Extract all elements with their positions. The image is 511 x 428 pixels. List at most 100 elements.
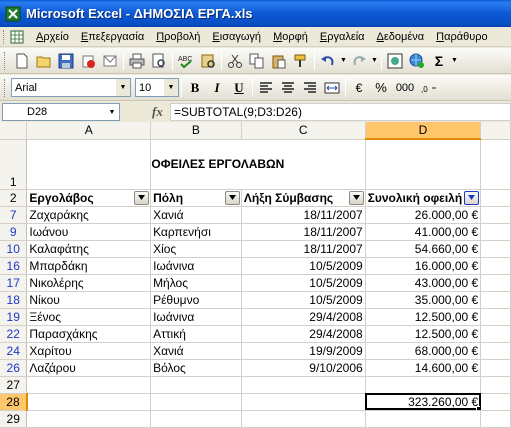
percent-button[interactable]: % [370,77,392,99]
print-icon[interactable] [126,50,148,72]
euro-currency-button[interactable]: € [348,77,370,99]
total-debt-cell[interactable]: 41.000,00 € [365,223,482,241]
contractor-cell[interactable]: Ιωάνου [26,223,152,241]
city-cell[interactable]: Ιωάνινα [150,257,242,275]
city-cell[interactable]: Ρέθυμνο [150,291,242,309]
print-preview-icon[interactable] [148,50,170,72]
italic-button[interactable]: I [206,77,228,99]
autosum-dropdown-icon[interactable]: ▼ [450,50,459,72]
research-globe-icon[interactable] [406,50,428,72]
cell[interactable] [365,410,482,428]
filter-active-icon[interactable] [464,190,480,205]
bold-button[interactable]: B [184,77,206,99]
row-header[interactable]: 29 [0,410,28,428]
save-icon[interactable] [55,50,77,72]
menu-tools[interactable]: Εργαλεία [314,28,371,46]
total-debt-cell[interactable]: 16.000,00 € [365,257,482,275]
font-size-select[interactable]: 10 ▼ [135,78,179,97]
cell[interactable] [480,223,511,241]
redo-icon[interactable] [348,50,370,72]
total-debt-cell[interactable]: 54.660,00 € [365,240,482,258]
excel-icon[interactable] [5,6,21,22]
city-cell[interactable]: Μήλος [150,274,242,292]
row-header[interactable]: 1 [0,139,28,190]
permission-icon[interactable] [77,50,99,72]
menu-file[interactable]: Αρχείο [30,28,75,46]
cell[interactable] [150,393,242,411]
cell[interactable] [150,410,242,428]
contractor-cell[interactable]: Λαζάρου [26,359,152,377]
thousands-separator-button[interactable]: 000 [392,77,418,99]
total-debt-cell[interactable]: 35.000,00 € [365,291,482,309]
city-cell[interactable]: Χανιά [150,342,242,360]
contractor-cell[interactable]: Ξένος [26,308,152,326]
cell[interactable] [365,139,482,190]
name-box[interactable]: D28 ▼ [2,103,120,121]
column-header-d[interactable]: D [365,122,482,140]
cell[interactable] [480,240,511,258]
menu-view[interactable]: Προβολή [150,28,206,46]
research-icon[interactable] [197,50,219,72]
column-header-a[interactable]: A [26,122,152,140]
align-right-icon[interactable] [299,77,321,99]
cell[interactable] [480,206,511,224]
sheet-title-cell[interactable]: ΟΦΕΙΛΕΣ ΕΡΓΟΛΑΒΩΝ [110,139,326,190]
header-cell-city[interactable]: Πόλη [150,189,242,207]
hyperlink-icon[interactable] [384,50,406,72]
menu-window[interactable]: Παράθυρο [430,28,493,46]
filter-dropdown-icon[interactable] [134,190,150,205]
menu-insert[interactable]: Εισαγωγή [206,28,267,46]
contract-end-cell[interactable]: 18/11/2007 [241,223,366,241]
column-header-c[interactable]: C [241,122,366,140]
redo-dropdown-icon[interactable]: ▼ [370,50,379,72]
row-header[interactable]: 10 [0,240,28,258]
menu-grip[interactable] [3,29,6,44]
chevron-down-icon[interactable]: ▼ [116,79,130,96]
contract-end-cell[interactable]: 29/4/2008 [241,308,366,326]
row-header[interactable]: 22 [0,325,28,343]
row-header[interactable]: 24 [0,342,28,360]
merge-center-icon[interactable] [321,77,343,99]
contract-end-cell[interactable]: 10/5/2009 [241,274,366,292]
spelling-icon[interactable]: ABC [175,50,197,72]
cell[interactable] [365,376,482,394]
city-cell[interactable]: Χίος [150,240,242,258]
chevron-down-icon[interactable]: ▼ [164,79,178,96]
contract-end-cell[interactable]: 10/5/2009 [241,257,366,275]
cell[interactable] [480,274,511,292]
total-cell[interactable]: 323.260,00 € [365,393,482,411]
font-name-select[interactable]: Arial ▼ [11,78,131,97]
row-header[interactable]: 17 [0,274,28,292]
row-header[interactable]: 9 [0,223,28,241]
menu-data[interactable]: Δεδομένα [371,28,431,46]
select-all-corner[interactable] [0,122,28,140]
header-cell-contract-end[interactable]: Λήξη Σύμβασης [241,189,366,207]
city-cell[interactable]: Βόλος [150,359,242,377]
new-icon[interactable] [11,50,33,72]
contractor-cell[interactable]: Παρασχάκης [26,325,152,343]
open-icon[interactable] [33,50,55,72]
row-header[interactable]: 26 [0,359,28,377]
column-header-e[interactable] [480,122,511,140]
cell[interactable] [150,376,242,394]
workbook-icon[interactable] [10,30,24,44]
city-cell[interactable]: Χανιά [150,206,242,224]
chevron-down-icon[interactable]: ▼ [105,109,119,116]
total-debt-cell[interactable]: 26.000,00 € [365,206,482,224]
cell[interactable] [241,393,366,411]
cell[interactable] [480,291,511,309]
email-icon[interactable] [99,50,121,72]
cell[interactable] [480,325,511,343]
header-cell-total-debt[interactable]: Συνολική οφειλή [365,189,482,207]
cell[interactable] [480,359,511,377]
cell[interactable] [480,393,511,411]
toolbar-grip[interactable] [4,78,7,97]
align-center-icon[interactable] [277,77,299,99]
total-debt-cell[interactable]: 12.500,00 € [365,308,482,326]
contractor-cell[interactable]: Μπαρδάκη [26,257,152,275]
cell[interactable] [480,376,511,394]
total-debt-cell[interactable]: 14.600,00 € [365,359,482,377]
autosum-icon[interactable]: Σ [428,50,450,72]
city-cell[interactable]: Καρπενήσι [150,223,242,241]
menu-format[interactable]: Μορφή [267,28,314,46]
